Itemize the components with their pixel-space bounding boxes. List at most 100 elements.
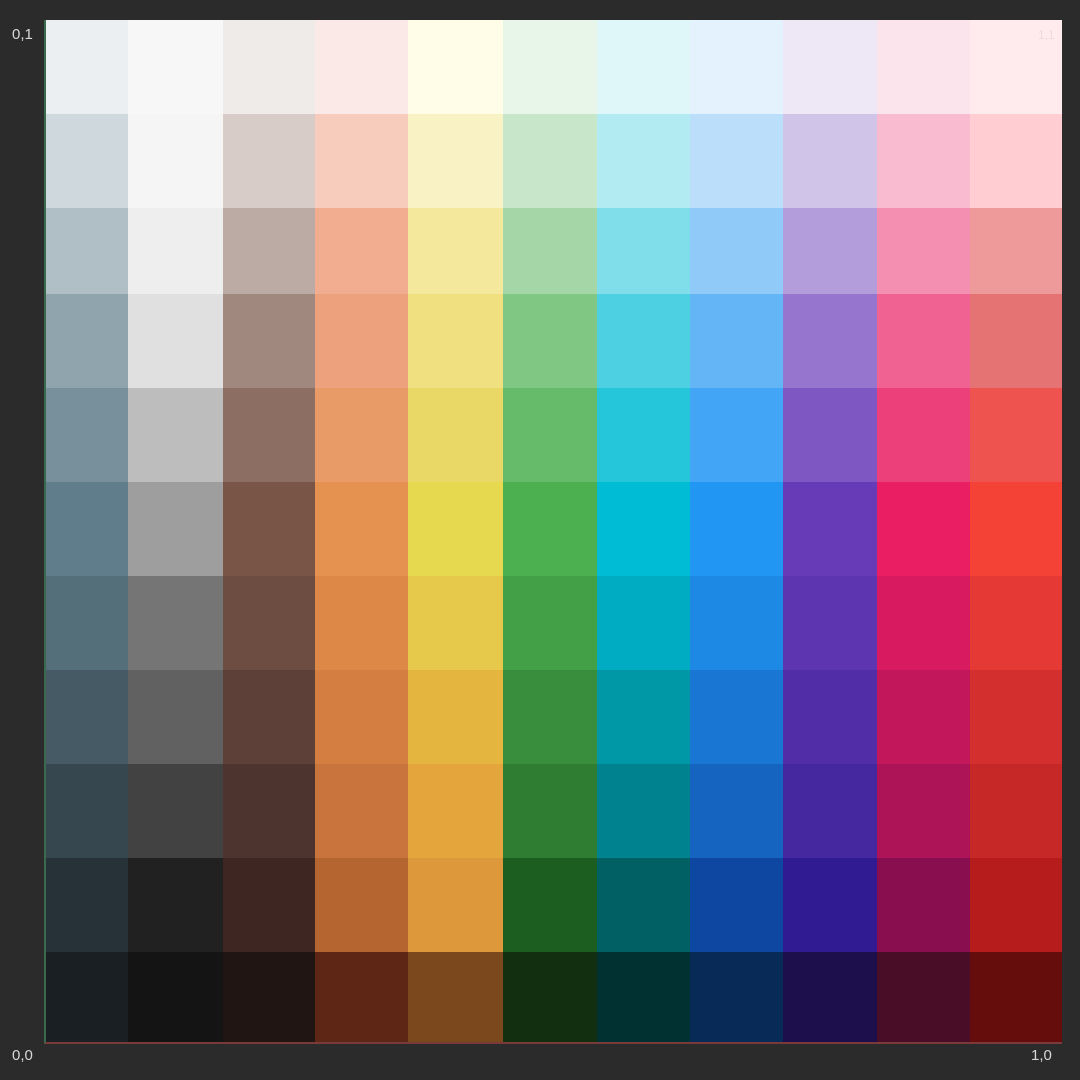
swatch-blue-grey-3[interactable]: [45, 208, 128, 294]
swatch-deep-purple-6[interactable]: [783, 482, 877, 576]
swatch-deep-orange-10[interactable]: [315, 858, 408, 952]
swatch-deep-orange-8[interactable]: [315, 670, 408, 764]
swatch-green-3[interactable]: [503, 208, 597, 294]
swatch-blue-11[interactable]: [690, 952, 783, 1042]
swatch-blue-1[interactable]: [690, 20, 783, 114]
swatch-deep-purple-4[interactable]: [783, 294, 877, 388]
swatch-yellow-1[interactable]: [408, 20, 503, 114]
swatch-brown-10[interactable]: [223, 858, 315, 952]
swatch-green-10[interactable]: [503, 858, 597, 952]
swatch-blue-grey-2[interactable]: [45, 114, 128, 208]
swatch-cyan-9[interactable]: [597, 764, 690, 858]
swatch-deep-orange-3[interactable]: [315, 208, 408, 294]
swatch-blue-grey-8[interactable]: [45, 670, 128, 764]
swatch-grey-7[interactable]: [128, 576, 223, 670]
swatch-brown-1[interactable]: [223, 20, 315, 114]
swatch-red-10[interactable]: [970, 858, 1062, 952]
swatch-deep-purple-10[interactable]: [783, 858, 877, 952]
swatch-cyan-3[interactable]: [597, 208, 690, 294]
swatch-red-5[interactable]: [970, 388, 1062, 482]
swatch-blue-grey-6[interactable]: [45, 482, 128, 576]
swatch-blue-grey-10[interactable]: [45, 858, 128, 952]
swatch-yellow-2[interactable]: [408, 114, 503, 208]
swatch-deep-purple-8[interactable]: [783, 670, 877, 764]
swatch-deep-purple-9[interactable]: [783, 764, 877, 858]
swatch-grey-5[interactable]: [128, 388, 223, 482]
swatch-grey-9[interactable]: [128, 764, 223, 858]
swatch-cyan-5[interactable]: [597, 388, 690, 482]
swatch-green-11[interactable]: [503, 952, 597, 1042]
swatch-cyan-2[interactable]: [597, 114, 690, 208]
swatch-deep-purple-7[interactable]: [783, 576, 877, 670]
swatch-green-4[interactable]: [503, 294, 597, 388]
swatch-cyan-4[interactable]: [597, 294, 690, 388]
swatch-blue-3[interactable]: [690, 208, 783, 294]
swatch-grey-6[interactable]: [128, 482, 223, 576]
swatch-grey-11[interactable]: [128, 952, 223, 1042]
swatch-yellow-6[interactable]: [408, 482, 503, 576]
swatch-green-6[interactable]: [503, 482, 597, 576]
swatch-deep-orange-9[interactable]: [315, 764, 408, 858]
swatch-yellow-4[interactable]: [408, 294, 503, 388]
swatch-pink-4[interactable]: [877, 294, 970, 388]
swatch-yellow-10[interactable]: [408, 858, 503, 952]
swatch-blue-2[interactable]: [690, 114, 783, 208]
swatch-brown-7[interactable]: [223, 576, 315, 670]
swatch-green-7[interactable]: [503, 576, 597, 670]
swatch-yellow-9[interactable]: [408, 764, 503, 858]
swatch-blue-grey-11[interactable]: [45, 952, 128, 1042]
swatch-grey-4[interactable]: [128, 294, 223, 388]
swatch-pink-6[interactable]: [877, 482, 970, 576]
swatch-blue-8[interactable]: [690, 670, 783, 764]
swatch-yellow-11[interactable]: [408, 952, 503, 1042]
swatch-yellow-3[interactable]: [408, 208, 503, 294]
swatch-green-9[interactable]: [503, 764, 597, 858]
swatch-brown-11[interactable]: [223, 952, 315, 1042]
swatch-blue-10[interactable]: [690, 858, 783, 952]
swatch-blue-grey-4[interactable]: [45, 294, 128, 388]
swatch-blue-7[interactable]: [690, 576, 783, 670]
swatch-pink-5[interactable]: [877, 388, 970, 482]
swatch-blue-5[interactable]: [690, 388, 783, 482]
swatch-blue-6[interactable]: [690, 482, 783, 576]
swatch-cyan-10[interactable]: [597, 858, 690, 952]
swatch-grey-2[interactable]: [128, 114, 223, 208]
swatch-deep-purple-11[interactable]: [783, 952, 877, 1042]
swatch-yellow-8[interactable]: [408, 670, 503, 764]
swatch-red-11[interactable]: [970, 952, 1062, 1042]
swatch-red-7[interactable]: [970, 576, 1062, 670]
swatch-blue-grey-7[interactable]: [45, 576, 128, 670]
swatch-pink-11[interactable]: [877, 952, 970, 1042]
swatch-blue-grey-1[interactable]: [45, 20, 128, 114]
swatch-brown-6[interactable]: [223, 482, 315, 576]
swatch-deep-orange-7[interactable]: [315, 576, 408, 670]
swatch-red-2[interactable]: [970, 114, 1062, 208]
swatch-brown-2[interactable]: [223, 114, 315, 208]
swatch-cyan-7[interactable]: [597, 576, 690, 670]
swatch-cyan-11[interactable]: [597, 952, 690, 1042]
swatch-deep-purple-5[interactable]: [783, 388, 877, 482]
swatch-pink-8[interactable]: [877, 670, 970, 764]
swatch-pink-2[interactable]: [877, 114, 970, 208]
swatch-red-4[interactable]: [970, 294, 1062, 388]
swatch-deep-purple-3[interactable]: [783, 208, 877, 294]
swatch-grey-8[interactable]: [128, 670, 223, 764]
swatch-deep-purple-2[interactable]: [783, 114, 877, 208]
swatch-cyan-6[interactable]: [597, 482, 690, 576]
swatch-blue-grey-5[interactable]: [45, 388, 128, 482]
swatch-red-3[interactable]: [970, 208, 1062, 294]
swatch-pink-7[interactable]: [877, 576, 970, 670]
swatch-pink-1[interactable]: [877, 20, 970, 114]
swatch-grey-1[interactable]: [128, 20, 223, 114]
swatch-red-6[interactable]: [970, 482, 1062, 576]
swatch-yellow-7[interactable]: [408, 576, 503, 670]
swatch-red-8[interactable]: [970, 670, 1062, 764]
swatch-deep-orange-6[interactable]: [315, 482, 408, 576]
swatch-brown-8[interactable]: [223, 670, 315, 764]
swatch-green-1[interactable]: [503, 20, 597, 114]
swatch-brown-3[interactable]: [223, 208, 315, 294]
swatch-deep-purple-1[interactable]: [783, 20, 877, 114]
swatch-grey-3[interactable]: [128, 208, 223, 294]
swatch-green-2[interactable]: [503, 114, 597, 208]
swatch-blue-grey-9[interactable]: [45, 764, 128, 858]
